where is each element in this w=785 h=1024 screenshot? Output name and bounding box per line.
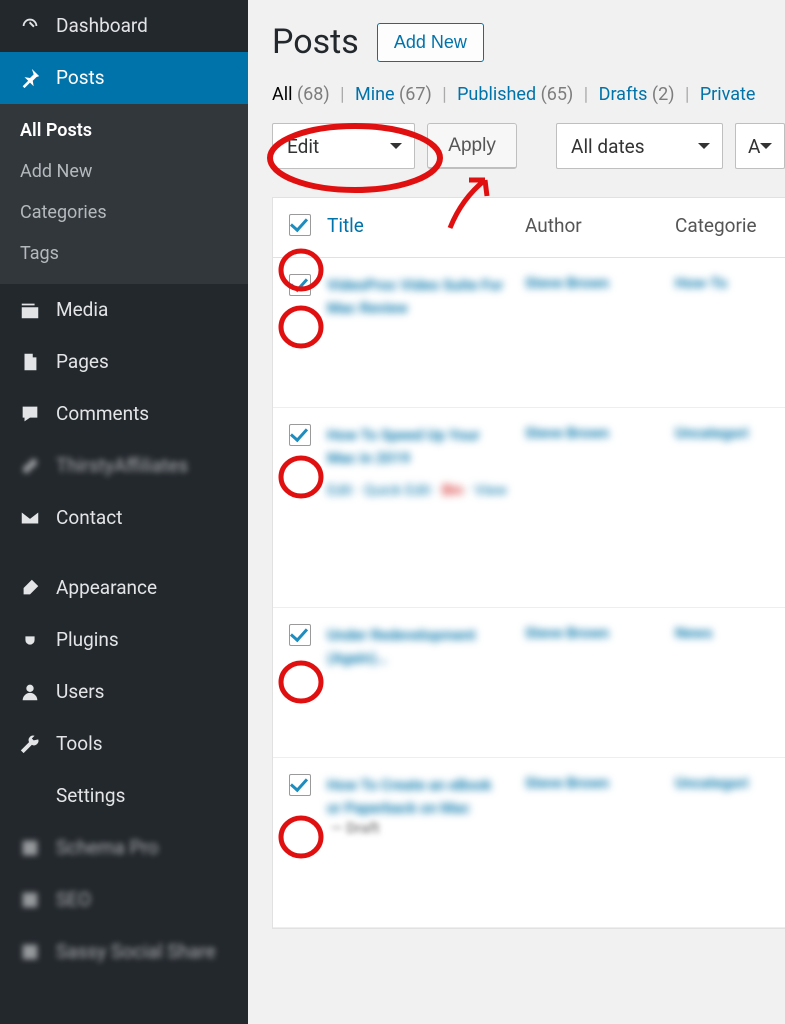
- post-author-link[interactable]: Steve Brown: [525, 624, 609, 642]
- link-icon: [18, 454, 42, 478]
- sidebar-item-label: Plugins: [56, 629, 119, 652]
- posts-table: Title Author Categorie VideoProc Video S…: [272, 197, 785, 929]
- add-new-button[interactable]: Add New: [377, 23, 484, 62]
- post-category-link[interactable]: Uncategori: [675, 774, 749, 792]
- mail-icon: [18, 506, 42, 530]
- pages-icon: [18, 350, 42, 374]
- sidebar-item-dashboard[interactable]: Dashboard: [0, 0, 248, 52]
- apply-button[interactable]: Apply: [427, 123, 517, 169]
- sidebar-item-label: Pages: [56, 351, 109, 374]
- sidebar-item-pages[interactable]: Pages: [0, 336, 248, 388]
- filter-mine[interactable]: Mine (67): [355, 84, 436, 105]
- sidebar-item-label: Schema Pro: [56, 837, 159, 860]
- sidebar-item-contact[interactable]: Contact: [0, 492, 248, 544]
- row-actions[interactable]: Edit · Quick Edit · Bin · View: [327, 481, 509, 499]
- post-category-link[interactable]: How-To: [675, 274, 727, 292]
- filter-drafts[interactable]: Drafts (2): [599, 84, 679, 105]
- row-checkbox[interactable]: [289, 624, 311, 646]
- sidebar-subitem-all-posts[interactable]: All Posts: [0, 110, 248, 151]
- sidebar-item-comments[interactable]: Comments: [0, 388, 248, 440]
- table-row: VideoProc Video Suite For Mac Review Stev…: [273, 258, 785, 408]
- sidebar-item-label: Sassy Social Share: [56, 941, 216, 964]
- post-status-filters: All (68) | Mine (67) | Published (65) | …: [272, 84, 785, 105]
- post-title-link[interactable]: How To Create an eBook or Paperback on M…: [327, 774, 509, 819]
- row-checkbox[interactable]: [289, 424, 311, 446]
- date-filter-select[interactable]: All dates: [556, 123, 723, 169]
- filter-private[interactable]: Private: [700, 84, 756, 105]
- page-title: Posts: [272, 22, 359, 62]
- sidebar-subitem-tags[interactable]: Tags: [0, 233, 248, 274]
- select-all-checkbox[interactable]: [289, 214, 311, 236]
- column-header-category[interactable]: Categorie: [667, 198, 785, 253]
- table-header-row: Title Author Categorie: [273, 198, 785, 258]
- sidebar-item-label: ThirstyAffiliates: [56, 455, 188, 478]
- sidebar-item-label: Contact: [56, 507, 122, 530]
- row-checkbox[interactable]: [289, 774, 311, 796]
- media-icon: [18, 298, 42, 322]
- sliders-icon: [18, 784, 42, 808]
- generic-icon: [18, 888, 42, 912]
- post-author-link[interactable]: Steve Brown: [525, 424, 609, 442]
- bulk-action-select[interactable]: Edit: [272, 123, 415, 169]
- table-row: Under Redevelopment (Again)… Steve Brown N…: [273, 608, 785, 758]
- sidebar-item-sassy[interactable]: Sassy Social Share: [0, 926, 248, 978]
- post-title-link[interactable]: VideoProc Video Suite For Mac Review: [327, 274, 509, 319]
- sidebar-item-seo[interactable]: SEO: [0, 874, 248, 926]
- generic-icon: [18, 940, 42, 964]
- comment-icon: [18, 402, 42, 426]
- sidebar-item-label: Tools: [56, 733, 103, 756]
- pin-icon: [18, 66, 42, 90]
- sidebar-item-appearance[interactable]: Appearance: [0, 562, 248, 614]
- sidebar-item-label: SEO: [56, 889, 91, 912]
- sidebar-item-settings[interactable]: Settings: [0, 770, 248, 822]
- sidebar-subitem-add-new[interactable]: Add New: [0, 151, 248, 192]
- filter-published[interactable]: Published (65): [457, 84, 578, 105]
- column-header-title[interactable]: Title: [327, 198, 517, 257]
- wrench-icon: [18, 732, 42, 756]
- category-filter-select[interactable]: A: [735, 123, 785, 169]
- sidebar-item-thirsty[interactable]: ThirstyAffiliates: [0, 440, 248, 492]
- brush-icon: [18, 576, 42, 600]
- sidebar-item-media[interactable]: Media: [0, 284, 248, 336]
- post-title-link[interactable]: How To Speed Up Your Mac in 2019: [327, 424, 509, 469]
- sidebar-subitem-categories[interactable]: Categories: [0, 192, 248, 233]
- column-header-author[interactable]: Author: [517, 198, 667, 253]
- sidebar-item-users[interactable]: Users: [0, 666, 248, 718]
- table-row: How To Speed Up Your Mac in 2019 Edit · Q…: [273, 408, 785, 608]
- post-title-link[interactable]: Under Redevelopment (Again)…: [327, 624, 509, 669]
- sidebar-item-label: Users: [56, 681, 104, 704]
- gauge-icon: [18, 14, 42, 38]
- table-row: How To Create an eBook or Paperback on M…: [273, 758, 785, 928]
- sidebar-submenu-posts: All PostsAdd NewCategoriesTags: [0, 104, 248, 284]
- post-category-link[interactable]: Uncategori: [675, 424, 749, 442]
- sidebar-item-tools[interactable]: Tools: [0, 718, 248, 770]
- sidebar-item-posts[interactable]: Posts: [0, 52, 248, 104]
- sidebar-item-plugins[interactable]: Plugins: [0, 614, 248, 666]
- plug-icon: [18, 628, 42, 652]
- status-badge: — Draft: [331, 819, 380, 837]
- row-checkbox[interactable]: [289, 274, 311, 296]
- sidebar-item-label: Settings: [56, 785, 125, 808]
- sidebar-item-label: Comments: [56, 403, 149, 426]
- user-icon: [18, 680, 42, 704]
- admin-sidebar: Dashboard Posts All PostsAdd NewCategories…: [0, 0, 248, 1024]
- main-content: Posts Add New All (68) | Mine (67) | Pub…: [248, 0, 785, 1024]
- sidebar-item-label: Dashboard: [56, 15, 148, 38]
- post-category-link[interactable]: News: [675, 624, 712, 642]
- sidebar-item-label: Posts: [56, 67, 105, 90]
- post-author-link[interactable]: Steve Brown: [525, 274, 609, 292]
- post-author-link[interactable]: Steve Brown: [525, 774, 609, 792]
- generic-icon: [18, 836, 42, 860]
- sidebar-item-label: Appearance: [56, 577, 157, 600]
- sidebar-item-schema[interactable]: Schema Pro: [0, 822, 248, 874]
- filter-all[interactable]: All (68): [272, 84, 334, 105]
- sidebar-item-label: Media: [56, 299, 108, 322]
